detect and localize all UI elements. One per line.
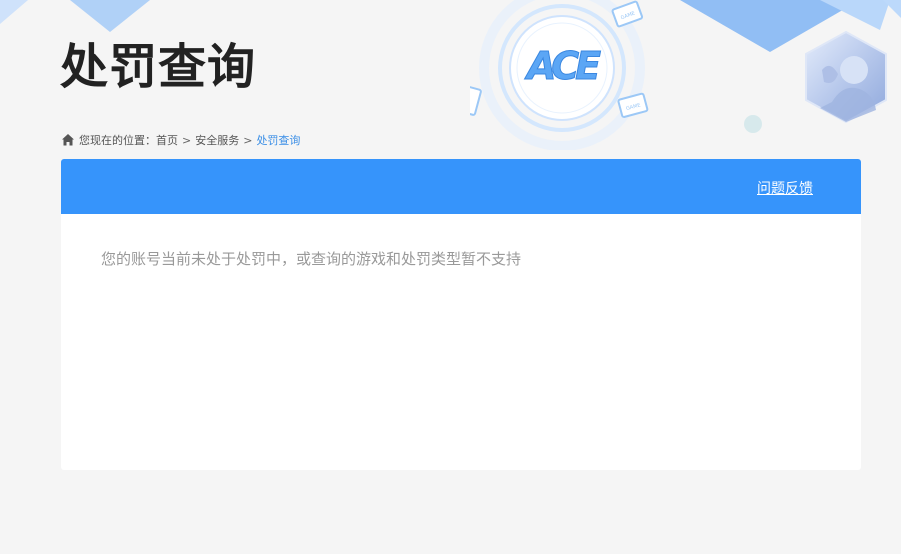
- panel-header: 问题反馈: [61, 159, 861, 214]
- decor-triangle: [883, 0, 901, 18]
- status-message: 您的账号当前未处于处罚中，或查询的游戏和处罚类型暂不支持: [101, 250, 522, 268]
- breadcrumb-item-home[interactable]: 首页: [156, 132, 178, 148]
- breadcrumb-current: 处罚查询: [256, 134, 301, 147]
- feedback-link[interactable]: 问题反馈: [757, 178, 813, 198]
- home-icon: [61, 133, 75, 147]
- decor-triangle: [0, 0, 28, 24]
- breadcrumb: 您现在的位置： 首页 > 安全服务 > 处罚查询: [61, 131, 300, 149]
- page: ACE GAME GAME 处罚查询 您现在的位置： 首页 > 安全服务 > 处…: [0, 0, 901, 554]
- breadcrumb-item-security[interactable]: 安全服务: [195, 132, 239, 148]
- panel-body: 您的账号当前未处于处罚中，或查询的游戏和处罚类型暂不支持: [61, 214, 861, 304]
- decor-dot: [744, 115, 762, 133]
- decor-triangle: [70, 0, 150, 32]
- ace-logo: ACE GAME GAME: [454, 0, 754, 151]
- decor-triangle: [820, 0, 890, 30]
- result-panel: 问题反馈 您的账号当前未处于处罚中，或查询的游戏和处罚类型暂不支持: [61, 159, 861, 470]
- breadcrumb-separator: >: [243, 133, 253, 147]
- page-title: 处罚查询: [60, 39, 257, 95]
- breadcrumb-separator: >: [182, 133, 192, 147]
- avatar: [804, 30, 888, 124]
- ace-logo-text: ACE: [524, 44, 601, 88]
- breadcrumb-prefix: 您现在的位置：: [79, 134, 156, 147]
